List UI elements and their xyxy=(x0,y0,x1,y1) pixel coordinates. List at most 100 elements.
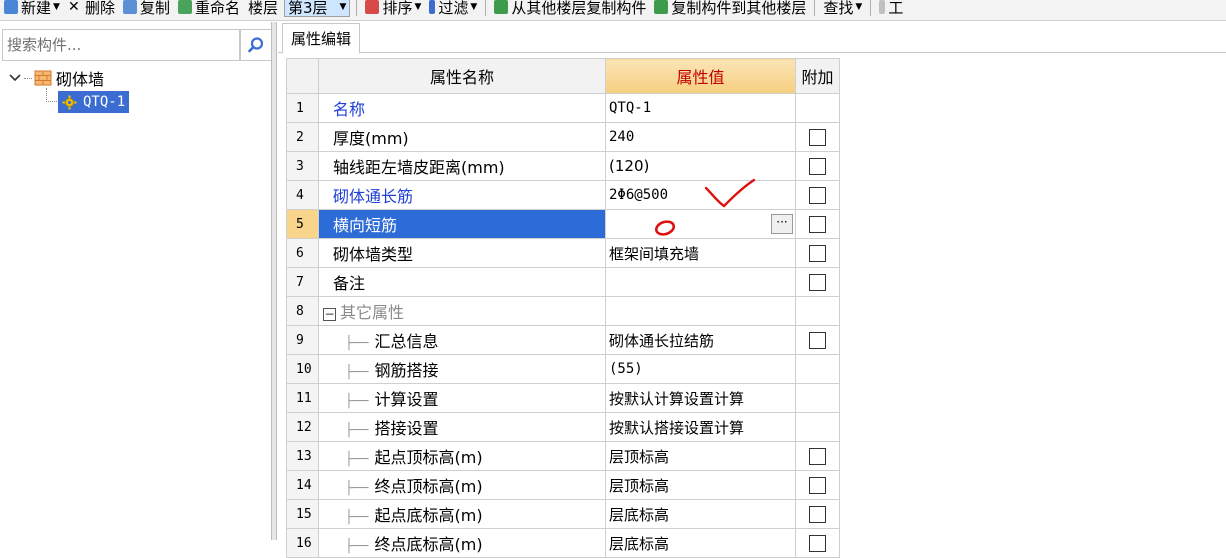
property-row[interactable]: 8− 其它属性 xyxy=(286,296,840,326)
property-name-cell[interactable]: 砌体墙类型 xyxy=(318,238,606,268)
property-row[interactable]: 3 轴线距左墙皮距离(mm) (120) xyxy=(286,151,840,181)
row-number[interactable]: 9 xyxy=(286,325,319,355)
tree-node-masonry-wall[interactable]: 砌体墙 xyxy=(0,66,272,90)
additional-checkbox[interactable] xyxy=(809,332,826,349)
copy-to-floor-button[interactable]: 复制构件到其他楼层 xyxy=(650,0,810,19)
filter-button[interactable]: 过滤 ▼ xyxy=(425,0,481,19)
property-value-cell[interactable]: 按默认搭接设置计算 xyxy=(605,412,796,442)
property-name-cell[interactable]: ├── 搭接设置 xyxy=(318,412,606,442)
collapse-toggle-icon[interactable]: − xyxy=(323,308,336,321)
property-name-cell[interactable]: 轴线距左墙皮距离(mm) xyxy=(318,151,606,181)
tab-property-editor[interactable]: 属性编辑 xyxy=(282,23,361,54)
property-name-cell[interactable]: 砌体通长筋 xyxy=(318,180,606,210)
property-row[interactable]: 2 厚度(mm) 240 xyxy=(286,122,840,152)
property-value-cell[interactable] xyxy=(605,267,796,297)
additional-checkbox[interactable] xyxy=(809,187,826,204)
property-value-cell[interactable]: 框架间填充墙 xyxy=(605,238,796,268)
property-name-cell[interactable]: ├── 计算设置 xyxy=(318,383,606,413)
additional-checkbox[interactable] xyxy=(809,216,826,233)
property-value-cell[interactable]: (55) xyxy=(605,354,796,384)
property-row[interactable]: 10 ├── 钢筋搭接 (55) xyxy=(286,354,840,384)
row-number[interactable]: 14 xyxy=(286,470,319,500)
property-value-cell[interactable]: 砌体通长拉结筋 xyxy=(605,325,796,355)
additional-checkbox[interactable] xyxy=(809,274,826,291)
property-name-cell[interactable]: ├── 起点顶标高(m) xyxy=(318,441,606,471)
property-row[interactable]: 12 ├── 搭接设置 按默认搭接设置计算 xyxy=(286,412,840,442)
row-number[interactable]: 2 xyxy=(286,122,319,152)
property-row[interactable]: 15 ├── 起点底标高(m) 层底标高 xyxy=(286,499,840,529)
property-value-cell[interactable]: 层顶标高 xyxy=(605,470,796,500)
copy-button[interactable]: 复制 xyxy=(119,0,174,19)
additional-checkbox[interactable] xyxy=(809,158,826,175)
property-name-cell[interactable]: ├── 终点底标高(m) xyxy=(318,528,606,558)
property-name-cell[interactable]: ├── 汇总信息 xyxy=(318,325,606,355)
new-button[interactable]: 新建 ▼ xyxy=(0,0,64,19)
property-row[interactable]: 13 ├── 起点顶标高(m) 层顶标高 xyxy=(286,441,840,471)
property-name-cell[interactable]: 备注 xyxy=(318,267,606,297)
property-value-cell[interactable]: ··· xyxy=(605,209,796,239)
property-value-cell[interactable]: QTQ-1 xyxy=(605,93,796,123)
row-number[interactable]: 13 xyxy=(286,441,319,471)
rename-button[interactable]: 重命名 xyxy=(174,0,244,19)
pane-splitter[interactable] xyxy=(271,22,277,540)
more-button[interactable]: 工 xyxy=(875,0,907,19)
property-name-cell[interactable]: 厚度(mm) xyxy=(318,122,606,152)
property-value-cell[interactable] xyxy=(605,296,796,326)
property-row[interactable]: 11 ├── 计算设置 按默认计算设置计算 xyxy=(286,383,840,413)
tree-node-qtq-1[interactable]: QTQ-1 xyxy=(0,88,272,114)
additional-checkbox[interactable] xyxy=(809,535,826,552)
property-value-cell[interactable]: 层底标高 xyxy=(605,528,796,558)
ellipsis-button[interactable]: ··· xyxy=(771,214,793,234)
additional-checkbox[interactable] xyxy=(809,477,826,494)
find-button[interactable]: 查找 ▼ xyxy=(819,0,866,19)
row-number[interactable]: 11 xyxy=(286,383,319,413)
property-row[interactable]: 14 ├── 终点顶标高(m) 层顶标高 xyxy=(286,470,840,500)
row-number[interactable]: 8 xyxy=(286,296,319,326)
row-number[interactable]: 10 xyxy=(286,354,319,384)
row-number[interactable]: 15 xyxy=(286,499,319,529)
search-button[interactable] xyxy=(240,29,272,61)
row-number[interactable]: 1 xyxy=(286,93,319,123)
row-number[interactable]: 6 xyxy=(286,238,319,268)
property-value-cell[interactable]: 层顶标高 xyxy=(605,441,796,471)
delete-button[interactable]: ✕ 删除 xyxy=(64,0,119,19)
property-row[interactable]: 16 ├── 终点底标高(m) 层底标高 xyxy=(286,528,840,558)
header-property-name[interactable]: 属性名称 xyxy=(318,58,606,94)
property-name-cell[interactable]: − 其它属性 xyxy=(318,296,606,326)
property-name-cell[interactable]: ├── 起点底标高(m) xyxy=(318,499,606,529)
additional-checkbox[interactable] xyxy=(809,245,826,262)
row-number[interactable]: 3 xyxy=(286,151,319,181)
property-row[interactable]: 7 备注 xyxy=(286,267,840,297)
row-number[interactable]: 7 xyxy=(286,267,319,297)
property-value-cell[interactable]: (120) xyxy=(605,151,796,181)
sort-button[interactable]: 排序 ▼ xyxy=(361,0,425,19)
copy-from-floor-button[interactable]: 从其他楼层复制构件 xyxy=(490,0,650,19)
property-name-cell[interactable]: 横向短筋 xyxy=(318,209,606,239)
property-value-cell[interactable]: 240 xyxy=(605,122,796,152)
row-number[interactable]: 5 xyxy=(286,209,319,239)
additional-checkbox[interactable] xyxy=(809,129,826,146)
property-value-cell[interactable]: 层底标高 xyxy=(605,499,796,529)
property-row[interactable]: 9 ├── 汇总信息 砌体通长拉结筋 xyxy=(286,325,840,355)
tree-node-selected[interactable]: QTQ-1 xyxy=(58,91,130,113)
chevron-down-icon[interactable] xyxy=(8,71,22,85)
property-row[interactable]: 1 名称 QTQ-1 xyxy=(286,93,840,123)
additional-checkbox[interactable] xyxy=(809,448,826,465)
additional-checkbox[interactable] xyxy=(809,506,826,523)
property-value-cell[interactable]: 按默认计算设置计算 xyxy=(605,383,796,413)
property-name-cell[interactable]: ├── 钢筋搭接 xyxy=(318,354,606,384)
row-number[interactable]: 4 xyxy=(286,180,319,210)
property-value-cell[interactable]: 2Φ6@500 xyxy=(605,180,796,210)
header-property-value[interactable]: 属性值 xyxy=(605,58,796,94)
row-number[interactable]: 12 xyxy=(286,412,319,442)
property-name-cell[interactable]: ├── 终点顶标高(m) xyxy=(318,470,606,500)
header-additional[interactable]: 附加 xyxy=(795,58,840,94)
floor-select[interactable]: 第3层 ▼ xyxy=(284,0,351,17)
component-tree-pane: 砌体墙 QTQ-1 xyxy=(0,26,272,540)
property-name-cell[interactable]: 名称 xyxy=(318,93,606,123)
property-row[interactable]: 6 砌体墙类型 框架间填充墙 xyxy=(286,238,840,268)
row-number[interactable]: 16 xyxy=(286,528,319,558)
property-row[interactable]: 4 砌体通长筋 2Φ6@500 xyxy=(286,180,840,210)
search-input[interactable] xyxy=(3,31,237,59)
property-row[interactable]: 5 横向短筋 ··· xyxy=(286,209,840,239)
